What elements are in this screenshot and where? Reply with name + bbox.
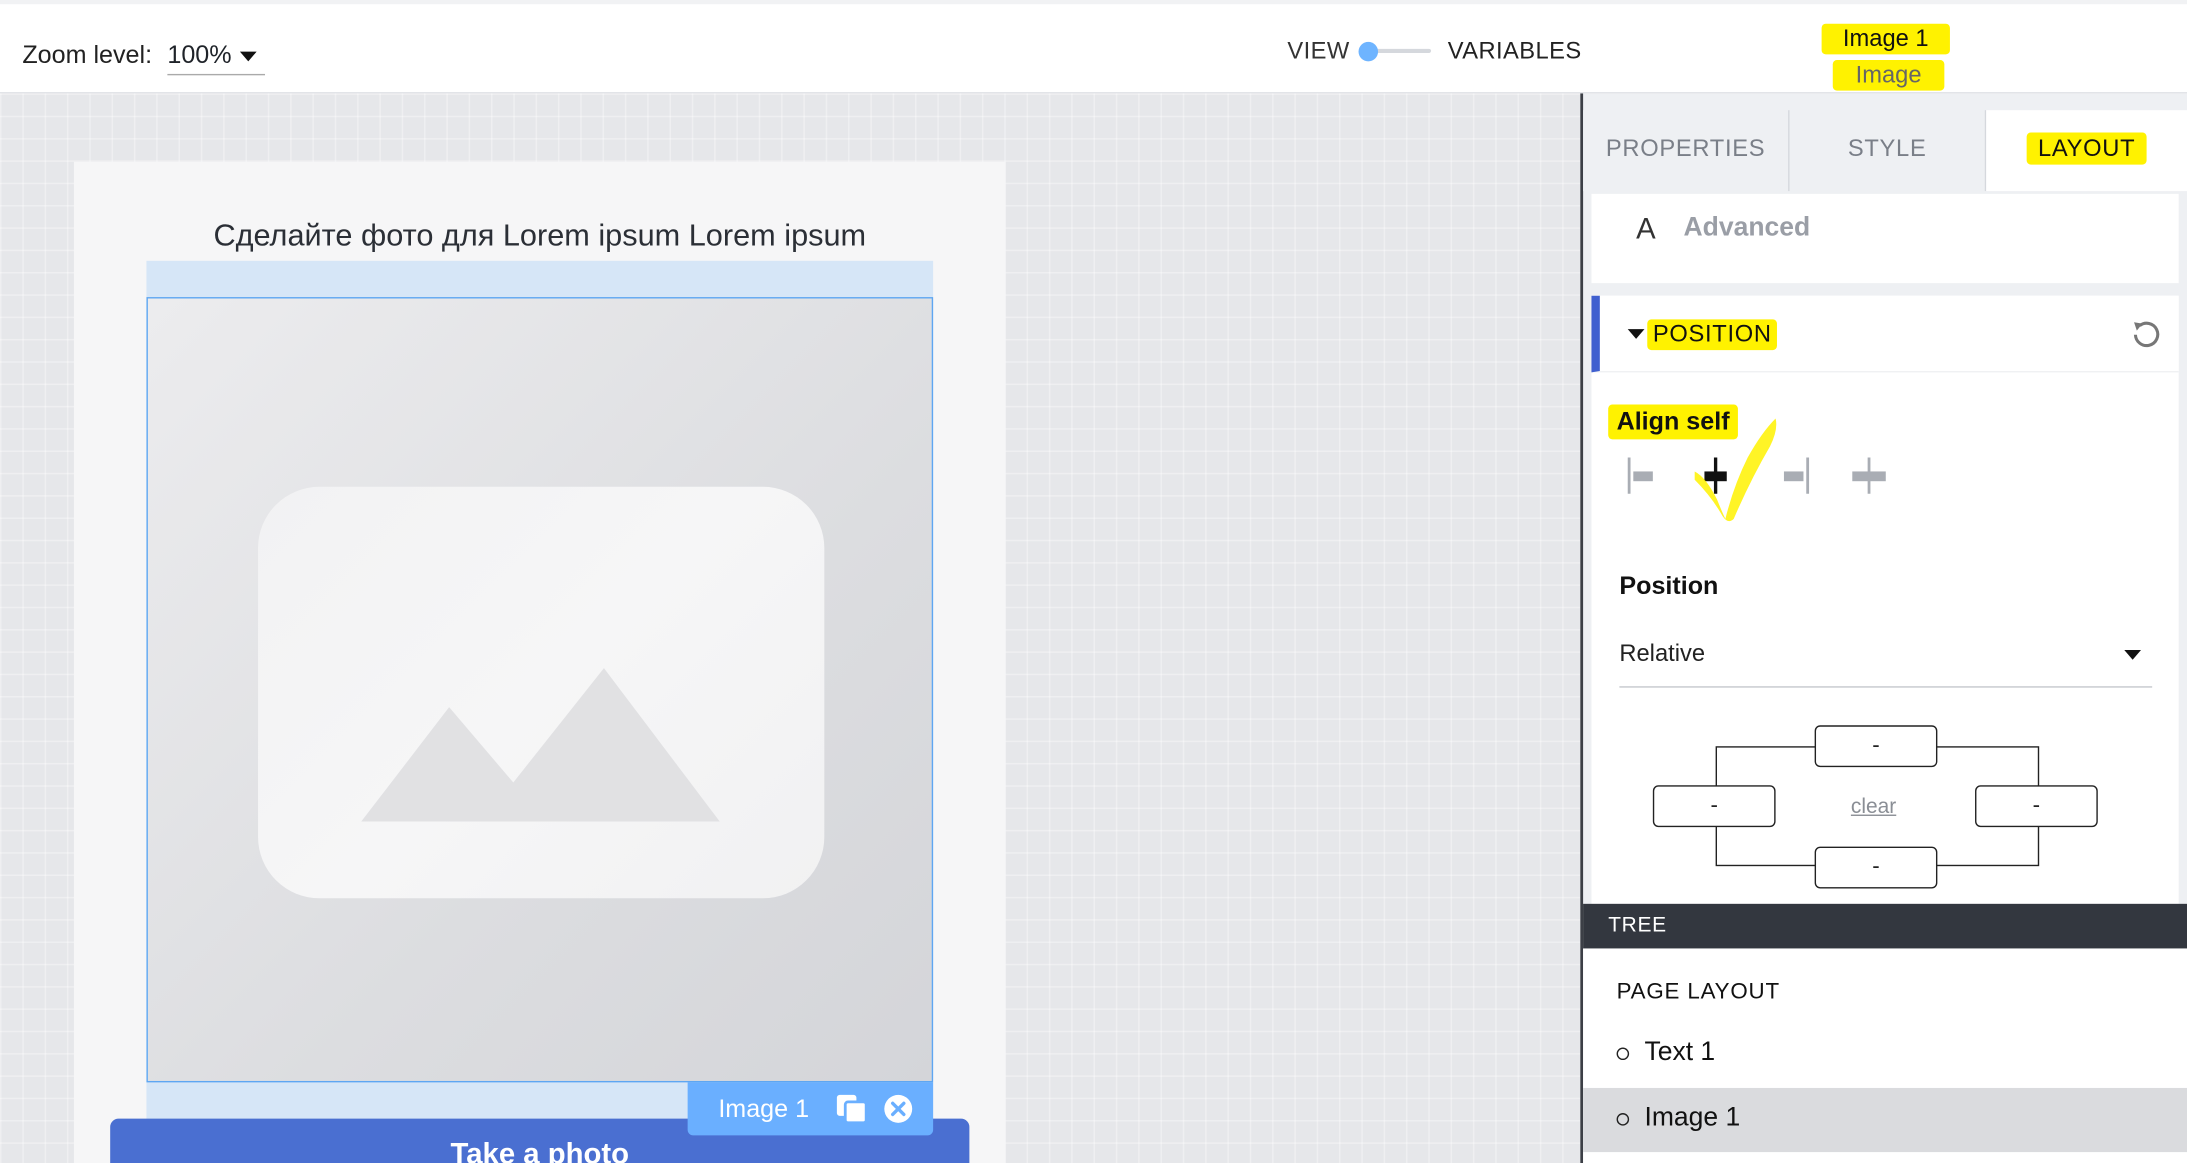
selected-element-title: Image 1	[1821, 23, 1950, 55]
position-type-select[interactable]: Relative	[1619, 636, 2153, 688]
zoom-value: 100%	[167, 40, 232, 69]
view-mode-label: VIEW	[1287, 37, 1350, 65]
selected-element-type: Image	[1832, 59, 1945, 91]
view-variables-toggle[interactable]	[1356, 38, 1433, 66]
take-photo-label: Take a photo	[450, 1138, 630, 1163]
position-label: Position	[1619, 571, 1719, 600]
delete-icon[interactable]	[883, 1094, 914, 1125]
tab-style[interactable]: STYLE	[1789, 110, 1987, 192]
text-type-icon: A	[1636, 213, 1656, 246]
inspector-tabs: PROPERTIES STYLE LAYOUT	[1583, 110, 2187, 192]
design-canvas[interactable]: Сделайте фото для Lorem ipsum Lorem ipsu…	[0, 93, 1581, 1163]
page-layout-title: PAGE LAYOUT	[1616, 980, 1780, 1005]
offset-left-input[interactable]: -	[1652, 785, 1776, 828]
text-1-element[interactable]: Сделайте фото для Lorem ipsum Lorem ipsu…	[74, 218, 1006, 254]
element-tag-label: Image 1	[718, 1094, 810, 1123]
clear-offsets-link[interactable]: clear	[1851, 795, 1896, 819]
highlight-checkmark-icon	[1694, 418, 1777, 522]
offset-box-editor: - - - - clear	[1652, 720, 2113, 894]
position-section-title: POSITION	[1647, 319, 1778, 351]
bullet-icon	[1616, 1047, 1630, 1061]
tree-item-label: Text 1	[1644, 1037, 1716, 1068]
position-section-header[interactable]: POSITION	[1591, 295, 2179, 373]
advanced-label: Advanced	[1683, 213, 1811, 243]
image-placeholder-icon	[258, 486, 825, 899]
image-1-selection[interactable]	[146, 260, 934, 1126]
top-bar: Zoom level: 100% VIEW VARIABLES Image 1 …	[0, 0, 2187, 94]
tree-view: PAGE LAYOUT Text 1 Image 1	[1583, 948, 2187, 1163]
inspector-panel: PROPERTIES STYLE LAYOUT A Advanced POSIT…	[1580, 93, 2187, 1163]
zoom-level-select[interactable]: 100%	[167, 38, 266, 76]
position-type-value: Relative	[1619, 640, 1706, 667]
align-start-icon[interactable]	[1625, 455, 1661, 497]
offset-right-input[interactable]: -	[1975, 785, 2098, 828]
tree-header-label: TREE	[1608, 913, 1667, 938]
selected-element-tag: Image 1	[687, 1082, 934, 1136]
align-stretch-icon[interactable]	[1848, 455, 1890, 497]
offset-top-input[interactable]: -	[1814, 725, 1938, 768]
advanced-section[interactable]: A Advanced	[1591, 193, 2179, 284]
chevron-down-icon	[239, 51, 257, 62]
variables-mode-label: VARIABLES	[1447, 37, 1582, 65]
duplicate-icon[interactable]	[835, 1094, 868, 1125]
chevron-down-icon	[2124, 649, 2142, 660]
zoom-label: Zoom level:	[22, 40, 153, 69]
tree-item-text-1[interactable]: Text 1	[1583, 1022, 2187, 1086]
image-1-element[interactable]	[146, 297, 934, 1083]
app-root: Zoom level: 100% VIEW VARIABLES Image 1 …	[0, 0, 2187, 1163]
screen-preview: Сделайте фото для Lorem ipsum Lorem ipsu…	[73, 161, 1006, 1163]
tab-properties[interactable]: PROPERTIES	[1583, 110, 1790, 192]
tree-item-image-1[interactable]: Image 1	[1583, 1087, 2187, 1153]
tab-label: PROPERTIES	[1605, 135, 1766, 162]
tree-item-label: Image 1	[1644, 1103, 1741, 1133]
tab-layout[interactable]: LAYOUT	[1986, 110, 2187, 192]
position-section: POSITION Align self Position Relative - …	[1591, 295, 2179, 910]
tree-header[interactable]: TREE	[1583, 903, 2187, 949]
chevron-down-icon	[1627, 329, 1645, 339]
bullet-icon	[1616, 1113, 1630, 1126]
tab-label: STYLE	[1847, 135, 1927, 162]
offset-bottom-input[interactable]: -	[1814, 846, 1938, 889]
toggle-knob[interactable]	[1358, 41, 1379, 62]
reset-icon[interactable]	[2128, 318, 2161, 351]
tab-label: LAYOUT	[2026, 132, 2147, 165]
